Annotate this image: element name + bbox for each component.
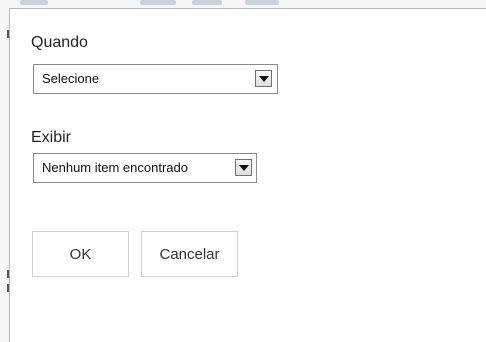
ok-button[interactable]: OK	[32, 231, 129, 277]
quando-label: Quando	[31, 34, 88, 51]
filter-popup: Quando Selecione Exibir Nenhum item enco…	[9, 8, 486, 342]
background-fragment	[192, 0, 222, 5]
cancel-button[interactable]: Cancelar	[141, 231, 238, 277]
quando-selected-value: Selecione	[42, 71, 100, 86]
chevron-down-icon[interactable]	[235, 159, 252, 176]
background-fragment	[20, 0, 48, 5]
background-fragment	[245, 0, 279, 5]
background-toolbar	[0, 0, 486, 8]
screen: Quando Selecione Exibir Nenhum item enco…	[0, 0, 486, 342]
exibir-selected-value: Nenhum item encontrado	[42, 160, 188, 175]
exibir-select[interactable]: Nenhum item encontrado	[33, 153, 257, 183]
exibir-label: Exibir	[31, 129, 72, 146]
background-fragment	[140, 0, 176, 5]
quando-select[interactable]: Selecione	[33, 64, 278, 94]
chevron-down-icon[interactable]	[255, 70, 272, 87]
